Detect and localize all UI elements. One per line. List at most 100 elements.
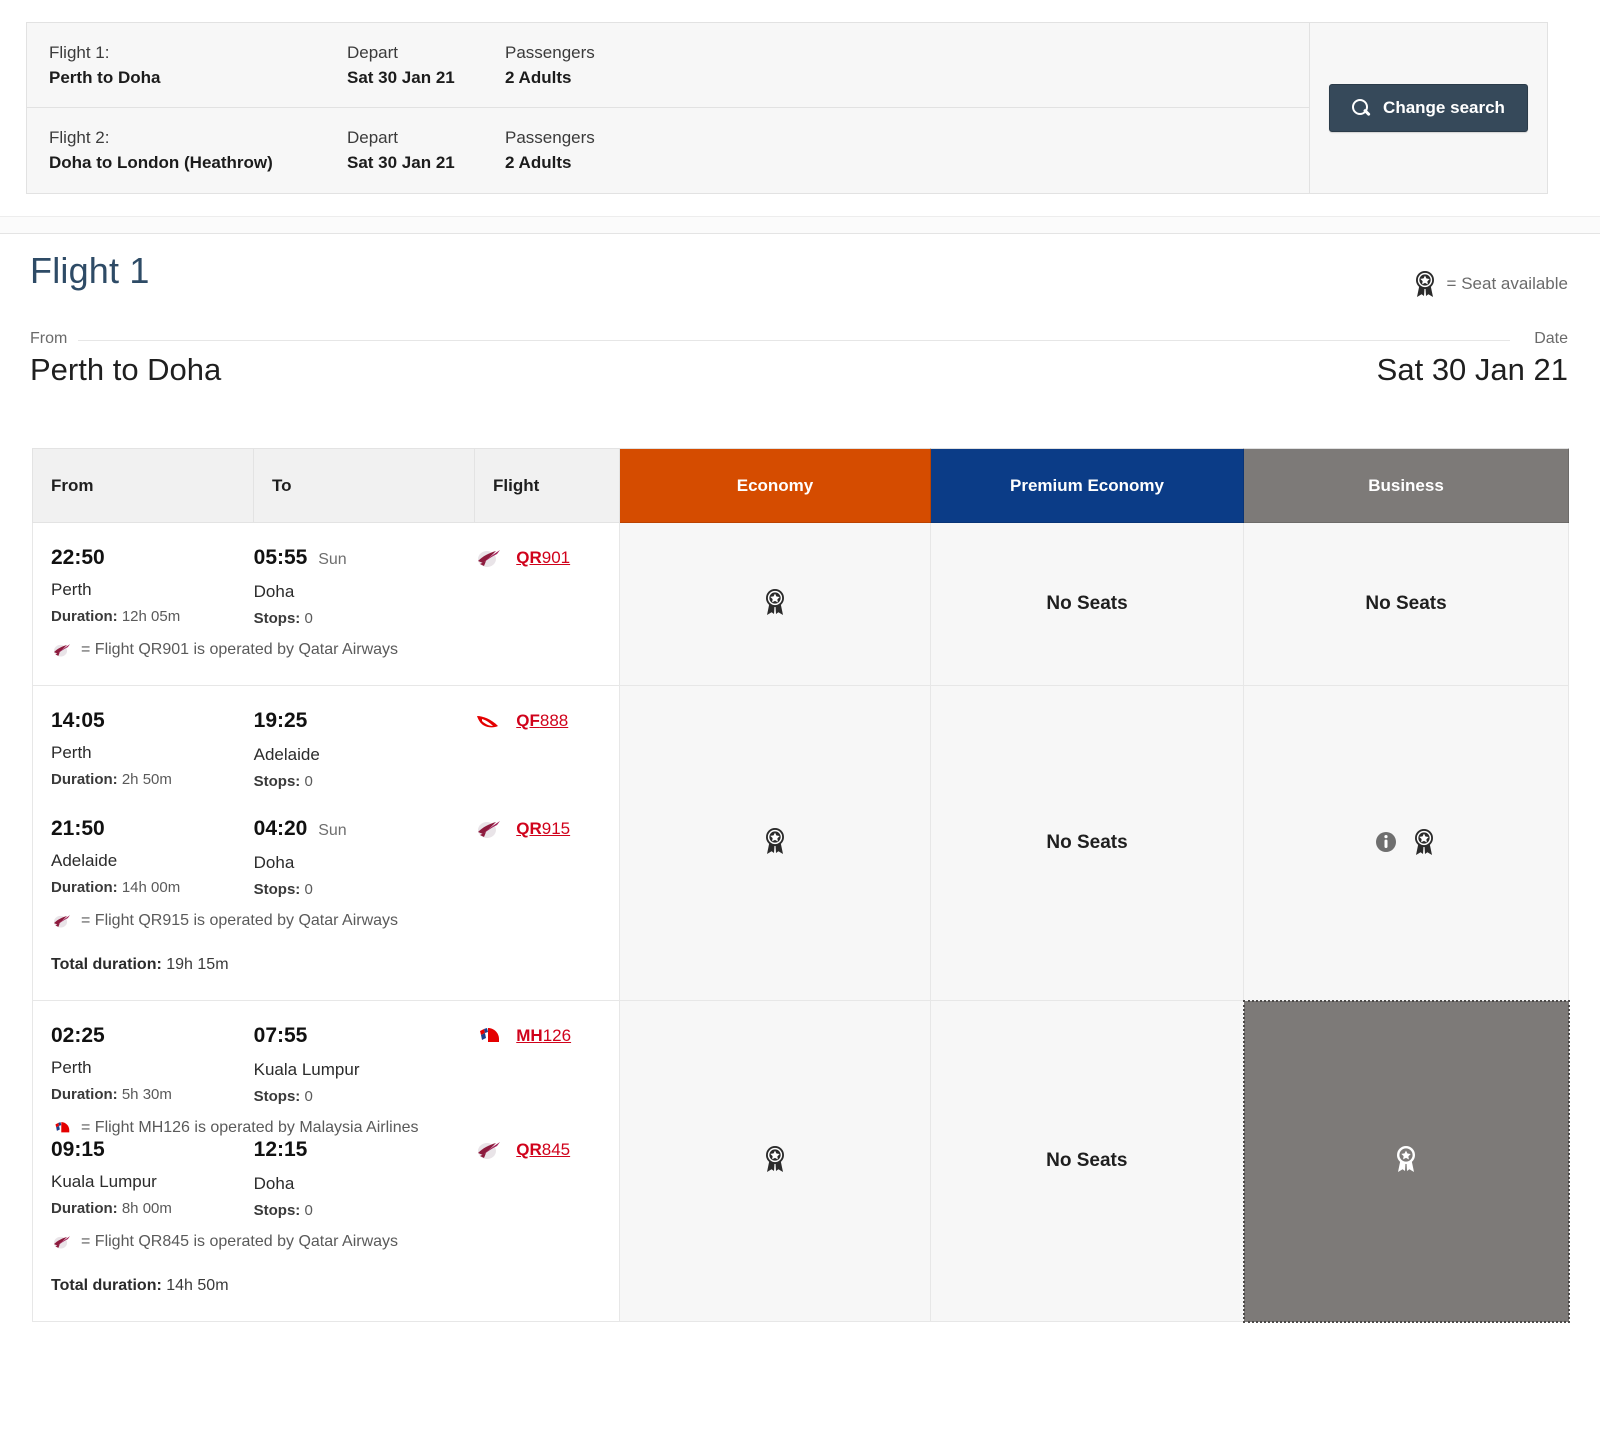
leg-1-pax-label: Passengers bbox=[505, 43, 595, 62]
table-row: 14:05 Perth Duration: 2h 50m 19:25 Adela… bbox=[32, 685, 1569, 1001]
stops-label: Stops: bbox=[253, 1088, 301, 1105]
arrival-time-value: 05:55 bbox=[253, 546, 308, 569]
operated-by-note: = Flight MH126 is operated by Malaysia A… bbox=[51, 1119, 619, 1137]
economy-cell[interactable] bbox=[619, 685, 931, 1001]
flight-code: QR915 bbox=[516, 819, 570, 839]
leg-1-route-value: Perth to Doha bbox=[49, 68, 161, 87]
arrival-city: Doha bbox=[253, 582, 295, 601]
segment-duration: Duration: 8h 00m bbox=[51, 1200, 254, 1217]
flight-prefix: QR bbox=[516, 1140, 542, 1159]
leg-2-depart-value: Sat 30 Jan 21 bbox=[347, 153, 455, 172]
duration-value: 2h 50m bbox=[121, 771, 172, 788]
departure-city: Perth bbox=[51, 1058, 92, 1077]
leg-2-passengers: Passengers 2 Adults bbox=[505, 126, 725, 176]
departure-city: Adelaide bbox=[51, 851, 118, 870]
departure-time: 09:15 bbox=[51, 1137, 254, 1163]
change-search-button[interactable]: Change search bbox=[1329, 84, 1528, 132]
segment-departure: 22:50 Perth Duration: 12h 05m bbox=[51, 545, 254, 625]
departure-time: 21:50 bbox=[51, 816, 254, 842]
itinerary-details-cell: 22:50 Perth Duration: 12h 05m 05:55 Sun … bbox=[32, 522, 620, 686]
stops-value: 0 bbox=[304, 1202, 313, 1219]
flight-section-header: Flight 1 = Seat available bbox=[0, 234, 1600, 326]
departure-time-value: 21:50 bbox=[51, 817, 105, 840]
flight-results-table: From To Flight Economy Premium Economy B… bbox=[32, 448, 1570, 1323]
leg-2-route-value: Doha to London (Heathrow) bbox=[49, 153, 273, 172]
column-header-to: To bbox=[253, 448, 475, 523]
stops-value: 0 bbox=[304, 1088, 313, 1105]
info-circle-icon[interactable] bbox=[1375, 831, 1397, 853]
flight-prefix: QR bbox=[516, 819, 542, 838]
economy-cell[interactable] bbox=[619, 1000, 931, 1322]
arrival-time: 04:20 Sun bbox=[254, 816, 475, 844]
total-duration: Total duration: 19h 15m bbox=[51, 956, 619, 974]
arrival-time: 07:55 bbox=[254, 1023, 475, 1051]
leg-2-pax-label: Passengers bbox=[505, 128, 595, 147]
search-summary-panel: Flight 1: Perth to Doha Depart Sat 30 Ja… bbox=[26, 22, 1548, 194]
flight-number-link[interactable]: QF888 bbox=[474, 710, 568, 732]
change-search-label: Change search bbox=[1383, 98, 1505, 117]
departure-time-value: 02:25 bbox=[51, 1024, 105, 1047]
table-header: From To Flight Economy Premium Economy B… bbox=[32, 448, 1569, 523]
column-header-economy: Economy bbox=[619, 448, 931, 523]
flight-number-link[interactable]: QR915 bbox=[474, 818, 570, 840]
flight-1-section: Flight 1 = Seat available From Date Pert… bbox=[0, 234, 1600, 422]
duration-value: 14h 00m bbox=[121, 879, 181, 896]
departure-city: Perth bbox=[51, 743, 92, 762]
from-label: From bbox=[30, 330, 68, 347]
no-seats-label: No Seats bbox=[1046, 593, 1128, 614]
business-cell-selected[interactable] bbox=[1242, 999, 1570, 1323]
flight-code: QR901 bbox=[516, 548, 570, 568]
departure-time-value: 14:05 bbox=[51, 709, 105, 732]
stops-label: Stops: bbox=[253, 610, 301, 627]
arrival-time-value: 19:25 bbox=[253, 709, 308, 732]
operated-by-note: = Flight QR901 is operated by Qatar Airw… bbox=[51, 641, 619, 659]
segment-flight: QF888 bbox=[474, 708, 619, 737]
malaysia-airlines-logo-icon bbox=[51, 1120, 73, 1136]
flight-number-link[interactable]: QR845 bbox=[474, 1139, 570, 1161]
segment-flight: MH126 bbox=[474, 1023, 619, 1052]
arrival-time-value: 12:15 bbox=[253, 1138, 308, 1161]
table-body: 22:50 Perth Duration: 12h 05m 05:55 Sun … bbox=[32, 522, 1570, 1323]
segment-flight: QR845 bbox=[474, 1137, 619, 1166]
segment-arrival: 07:55 Kuala Lumpur Stops: 0 bbox=[254, 1023, 475, 1105]
premium-economy-cell: No Seats bbox=[930, 685, 1244, 1001]
segment-arrival: 19:25 Adelaide Stops: 0 bbox=[254, 708, 475, 790]
flight-number-link[interactable]: MH126 bbox=[474, 1025, 571, 1047]
search-summary-leg-2: Flight 2: Doha to London (Heathrow) Depa… bbox=[27, 107, 1309, 192]
stops-label: Stops: bbox=[253, 1202, 301, 1219]
route-date-header: From Date Perth to Doha Sat 30 Jan 21 bbox=[0, 326, 1600, 422]
segment-departure: 14:05 Perth Duration: 2h 50m bbox=[51, 708, 254, 788]
search-icon bbox=[1352, 98, 1371, 118]
table-row: 02:25 Perth Duration: 5h 30m 07:55 Kuala… bbox=[32, 999, 1570, 1323]
total-duration-label: Total duration: bbox=[51, 956, 162, 973]
economy-cell[interactable] bbox=[619, 522, 931, 686]
arrival-time: 05:55 Sun bbox=[254, 545, 475, 573]
leg-2-depart-label: Depart bbox=[347, 128, 399, 147]
segment-flight: QR915 bbox=[474, 816, 619, 845]
leg-1-depart-label: Depart bbox=[347, 43, 399, 62]
itinerary-details-cell: 14:05 Perth Duration: 2h 50m 19:25 Adela… bbox=[32, 685, 620, 1001]
business-cell[interactable] bbox=[1243, 685, 1569, 1001]
duration-label: Duration: bbox=[51, 608, 118, 625]
total-duration-value: 14h 50m bbox=[166, 1277, 229, 1294]
segment-departure: 21:50 Adelaide Duration: 14h 00m bbox=[51, 816, 254, 896]
column-header-from: From bbox=[32, 448, 254, 523]
arrival-day: Sun bbox=[318, 822, 347, 839]
qatar-airways-logo-icon bbox=[474, 547, 504, 569]
search-summary-legs: Flight 1: Perth to Doha Depart Sat 30 Ja… bbox=[27, 23, 1309, 193]
flight-number-link[interactable]: QR901 bbox=[474, 547, 570, 569]
flight-results-page: Flight 1: Perth to Doha Depart Sat 30 Ja… bbox=[0, 0, 1600, 1456]
malaysia-airlines-logo-icon bbox=[474, 1025, 504, 1047]
premium-economy-cell: No Seats bbox=[930, 522, 1244, 686]
flight-segment: 21:50 Adelaide Duration: 14h 00m 04:20 S… bbox=[51, 816, 619, 898]
segment-stops: Stops: 0 bbox=[254, 881, 475, 898]
departure-time: 14:05 bbox=[51, 708, 254, 734]
leg-2-depart: Depart Sat 30 Jan 21 bbox=[347, 126, 505, 176]
leg-1-depart-value: Sat 30 Jan 21 bbox=[347, 68, 455, 87]
arrival-city: Doha bbox=[253, 1174, 295, 1193]
leg-1-depart: Depart Sat 30 Jan 21 bbox=[347, 41, 505, 91]
flight-segment: 09:15 Kuala Lumpur Duration: 8h 00m 12:1… bbox=[51, 1137, 619, 1219]
itinerary-details-cell: 02:25 Perth Duration: 5h 30m 07:55 Kuala… bbox=[32, 1000, 620, 1322]
arrival-time-value: 04:20 bbox=[253, 817, 308, 840]
table-header-row: From To Flight Economy Premium Economy B… bbox=[32, 448, 1569, 523]
